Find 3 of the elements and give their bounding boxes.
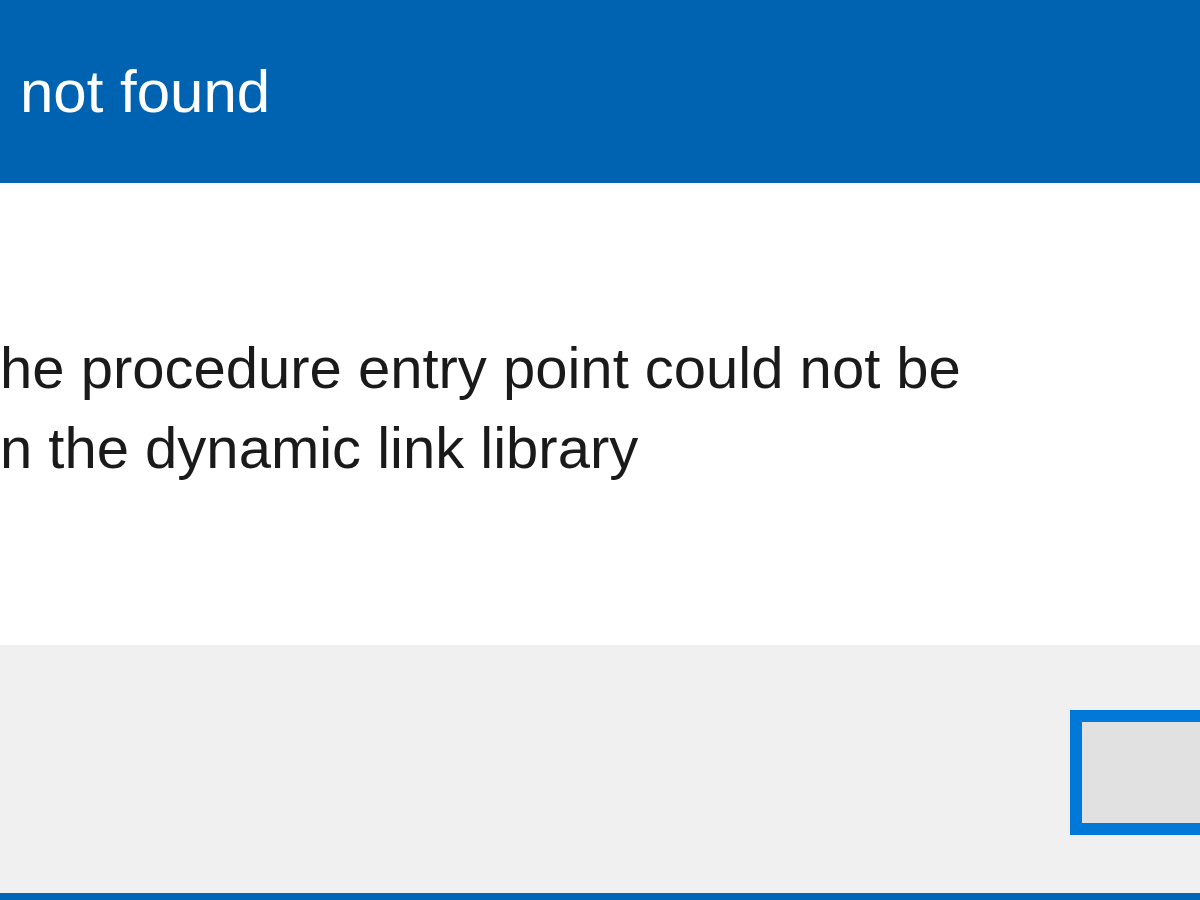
- message-text: he procedure entry point could not be: [0, 334, 962, 402]
- window-title: not found: [20, 61, 271, 122]
- message-text: n the dynamic link library: [0, 414, 640, 482]
